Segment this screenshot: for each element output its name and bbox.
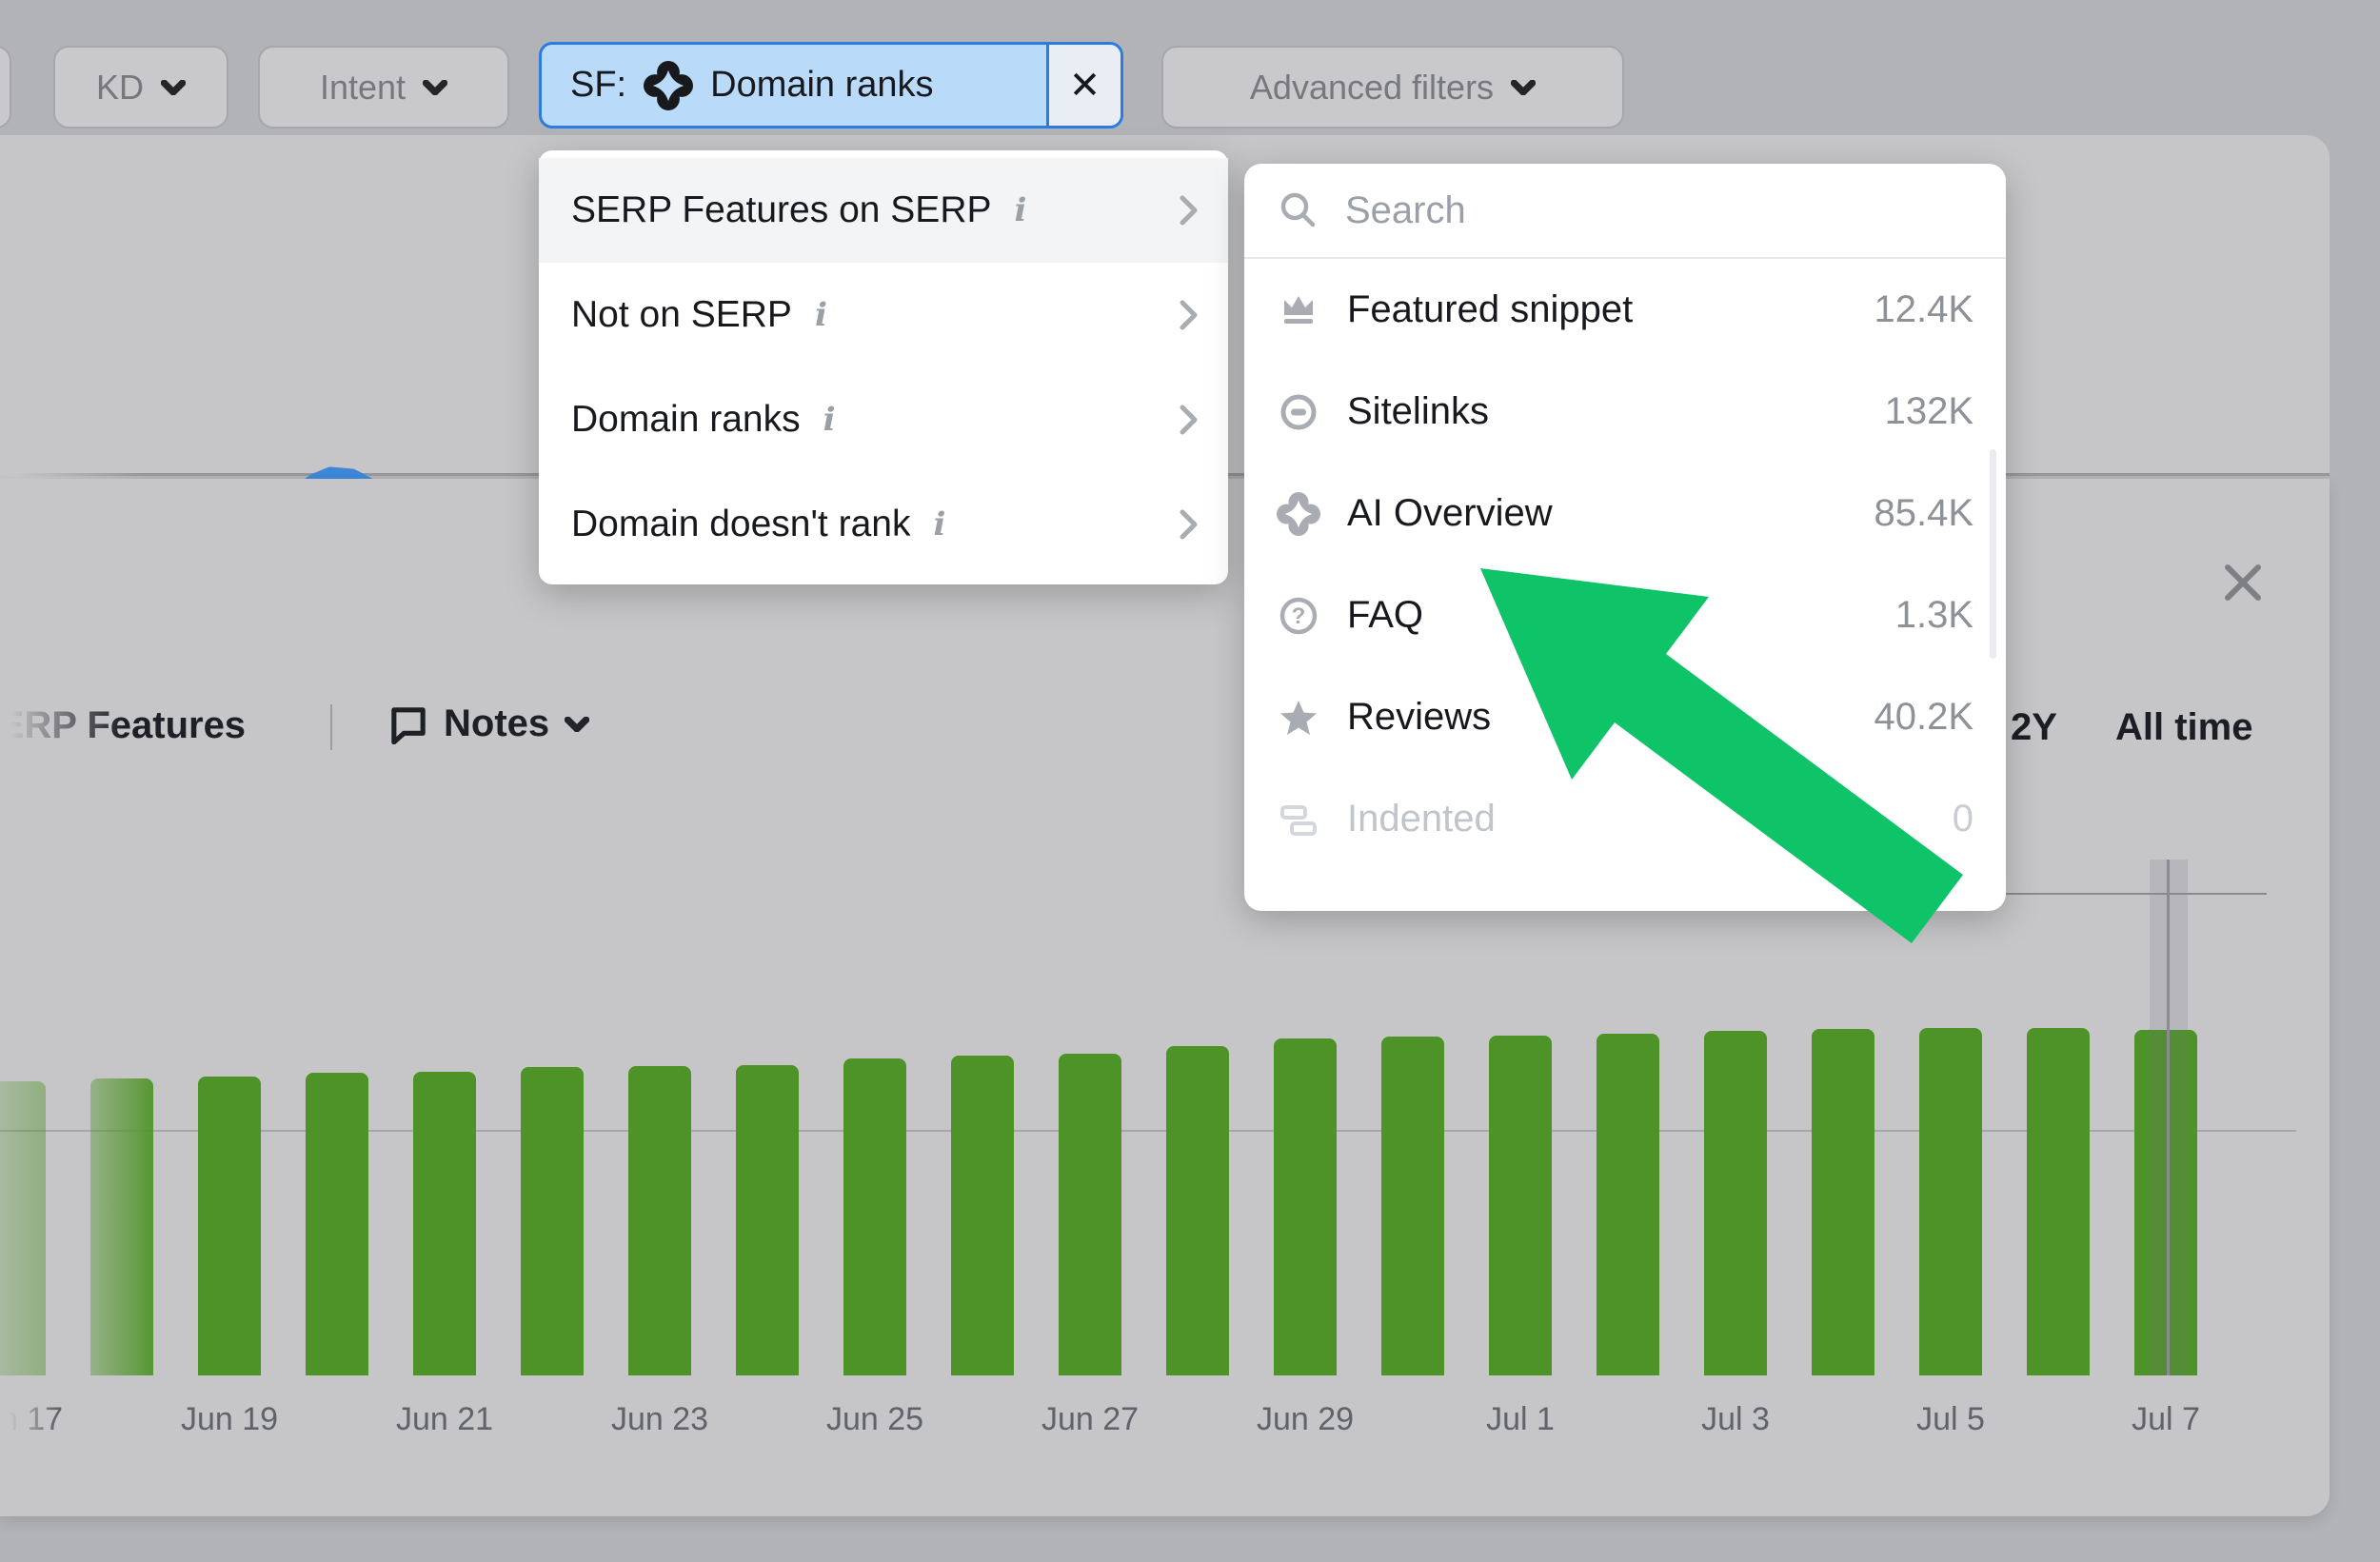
intent-filter-button[interactable]: Intent [258, 46, 509, 129]
bar[interactable] [736, 1065, 799, 1375]
submenu-search-row [1244, 164, 2006, 259]
bar[interactable] [951, 1056, 1014, 1375]
indented-icon [1277, 798, 1320, 841]
scrollbar-thumb[interactable] [1990, 449, 1996, 659]
serp-feature-option[interactable]: AI Overview 85.4K [1244, 463, 2006, 564]
sf-filter-chip-body[interactable]: SF: Domain ranks [542, 45, 1046, 126]
bar[interactable] [413, 1072, 476, 1375]
bar[interactable] [1166, 1046, 1229, 1375]
chevron-right-icon [1179, 404, 1200, 436]
serp-feature-option[interactable]: Sitelinks 132K [1244, 361, 2006, 463]
crosshair-horizontal-line [2006, 893, 2267, 895]
dropdown-item[interactable]: SERP Features on SERP i [539, 158, 1228, 263]
sf-filter-dropdown: SERP Features on SERPiNot on SERPiDomain… [539, 150, 1228, 584]
bar[interactable] [0, 1081, 46, 1375]
info-icon[interactable]: i [813, 296, 829, 334]
dropdown-item-label: SERP Features on SERP [571, 189, 992, 231]
sf-chip-value: Domain ranks [710, 65, 933, 106]
info-icon[interactable]: i [931, 505, 947, 544]
x-axis-label: Jun 29 [1239, 1401, 1372, 1438]
star-icon [1277, 696, 1320, 740]
serp-feature-label: Indented [1347, 798, 1496, 840]
serp-feature-count: 1.3K [1895, 594, 1973, 637]
chevron-down-icon [1511, 80, 1536, 95]
x-axis-label: Jun 25 [808, 1401, 942, 1438]
bar[interactable] [2027, 1028, 2090, 1375]
serp-feature-label: AI Overview [1347, 492, 1553, 535]
serp-feature-count: 0 [1953, 798, 1973, 840]
bar[interactable] [1704, 1031, 1767, 1375]
dropdown-item[interactable]: Domain doesn't rank i [539, 472, 1228, 577]
serp-feature-option[interactable]: Featured snippet 12.4K [1244, 259, 2006, 361]
x-axis-label: Jul 1 [1454, 1401, 1587, 1438]
sf-chip-prefix: SF: [570, 65, 626, 106]
dropdown-item-label: Domain ranks [571, 399, 801, 441]
crown-icon [1277, 288, 1320, 332]
dropdown-item-label: Not on SERP [571, 294, 792, 336]
sf-chip-remove-button[interactable]: ✕ [1046, 45, 1121, 126]
bar[interactable] [1381, 1037, 1444, 1375]
chevron-right-icon [1179, 508, 1200, 541]
advanced-filters-label: Advanced filters [1250, 68, 1494, 108]
x-axis-label: Jul 7 [2099, 1401, 2232, 1438]
serp-feature-option[interactable]: ? FAQ 1.3K [1244, 564, 2006, 666]
chevron-down-icon [423, 80, 447, 95]
x-axis-label: Jun 23 [593, 1401, 726, 1438]
bar[interactable] [1059, 1054, 1121, 1375]
info-icon[interactable]: i [822, 401, 838, 439]
clipped-filter-button[interactable] [0, 46, 11, 129]
dropdown-item-label: Domain doesn't rank [571, 504, 910, 545]
bar[interactable] [306, 1073, 368, 1375]
chevron-right-icon [1179, 299, 1200, 331]
info-icon[interactable]: i [1013, 191, 1029, 229]
serp-feature-label: Featured snippet [1347, 288, 1633, 331]
x-axis-label: Jun 27 [1023, 1401, 1157, 1438]
serp-feature-option[interactable]: Reviews 40.2K [1244, 666, 2006, 768]
dropdown-item[interactable]: Domain ranks i [539, 367, 1228, 472]
ai-sparkle-icon [1277, 492, 1320, 536]
bar[interactable] [198, 1077, 261, 1375]
intent-filter-label: Intent [320, 68, 406, 108]
chevron-down-icon [161, 80, 186, 95]
serp-feature-label: FAQ [1347, 594, 1423, 637]
question-icon: ? [1277, 594, 1320, 638]
bar[interactable] [521, 1067, 584, 1375]
chevron-right-icon [1179, 194, 1200, 227]
serp-feature-count: 12.4K [1874, 288, 1973, 331]
serp-feature-count: 132K [1885, 390, 1973, 433]
crosshair-vertical-line [2167, 860, 2170, 1375]
axis-left-fade [0, 1390, 57, 1447]
kd-filter-label: KD [96, 68, 144, 108]
serp-feature-count: 85.4K [1874, 492, 1973, 535]
bar[interactable] [1812, 1029, 1874, 1375]
serp-features-submenu: Featured snippet 12.4K Sitelinks 132K AI Ove… [1244, 164, 2006, 911]
bar[interactable] [1489, 1036, 1552, 1375]
sf-filter-chip[interactable]: SF: Domain ranks ✕ [539, 42, 1123, 129]
advanced-filters-button[interactable]: Advanced filters [1161, 46, 1624, 129]
svg-text:?: ? [1292, 603, 1306, 629]
serp-feature-list: Featured snippet 12.4K Sitelinks 132K AI Ove… [1244, 259, 2006, 870]
bar[interactable] [843, 1058, 906, 1375]
serp-feature-option[interactable]: Indented 0 [1244, 768, 2006, 870]
bar[interactable] [1274, 1038, 1337, 1375]
kd-filter-button[interactable]: KD [53, 46, 228, 129]
x-axis-label: Jun 21 [378, 1401, 511, 1438]
bar[interactable] [1597, 1034, 1659, 1375]
serp-feature-label: Sitelinks [1347, 390, 1489, 433]
sitelinks-icon [1277, 390, 1320, 434]
x-axis-label: Jul 5 [1884, 1401, 2017, 1438]
serp-feature-count: 40.2K [1874, 696, 1973, 739]
serp-feature-label: Reviews [1347, 696, 1491, 739]
dropdown-item[interactable]: Not on SERP i [539, 263, 1228, 367]
search-input[interactable] [1345, 189, 1973, 232]
x-axis-label: Jul 3 [1669, 1401, 1802, 1438]
bar[interactable] [628, 1066, 691, 1375]
bar[interactable] [1919, 1028, 1982, 1375]
search-icon [1277, 188, 1320, 232]
ai-sparkle-icon [644, 61, 693, 110]
x-axis-label: Jun 19 [163, 1401, 296, 1438]
bar[interactable] [90, 1078, 153, 1375]
